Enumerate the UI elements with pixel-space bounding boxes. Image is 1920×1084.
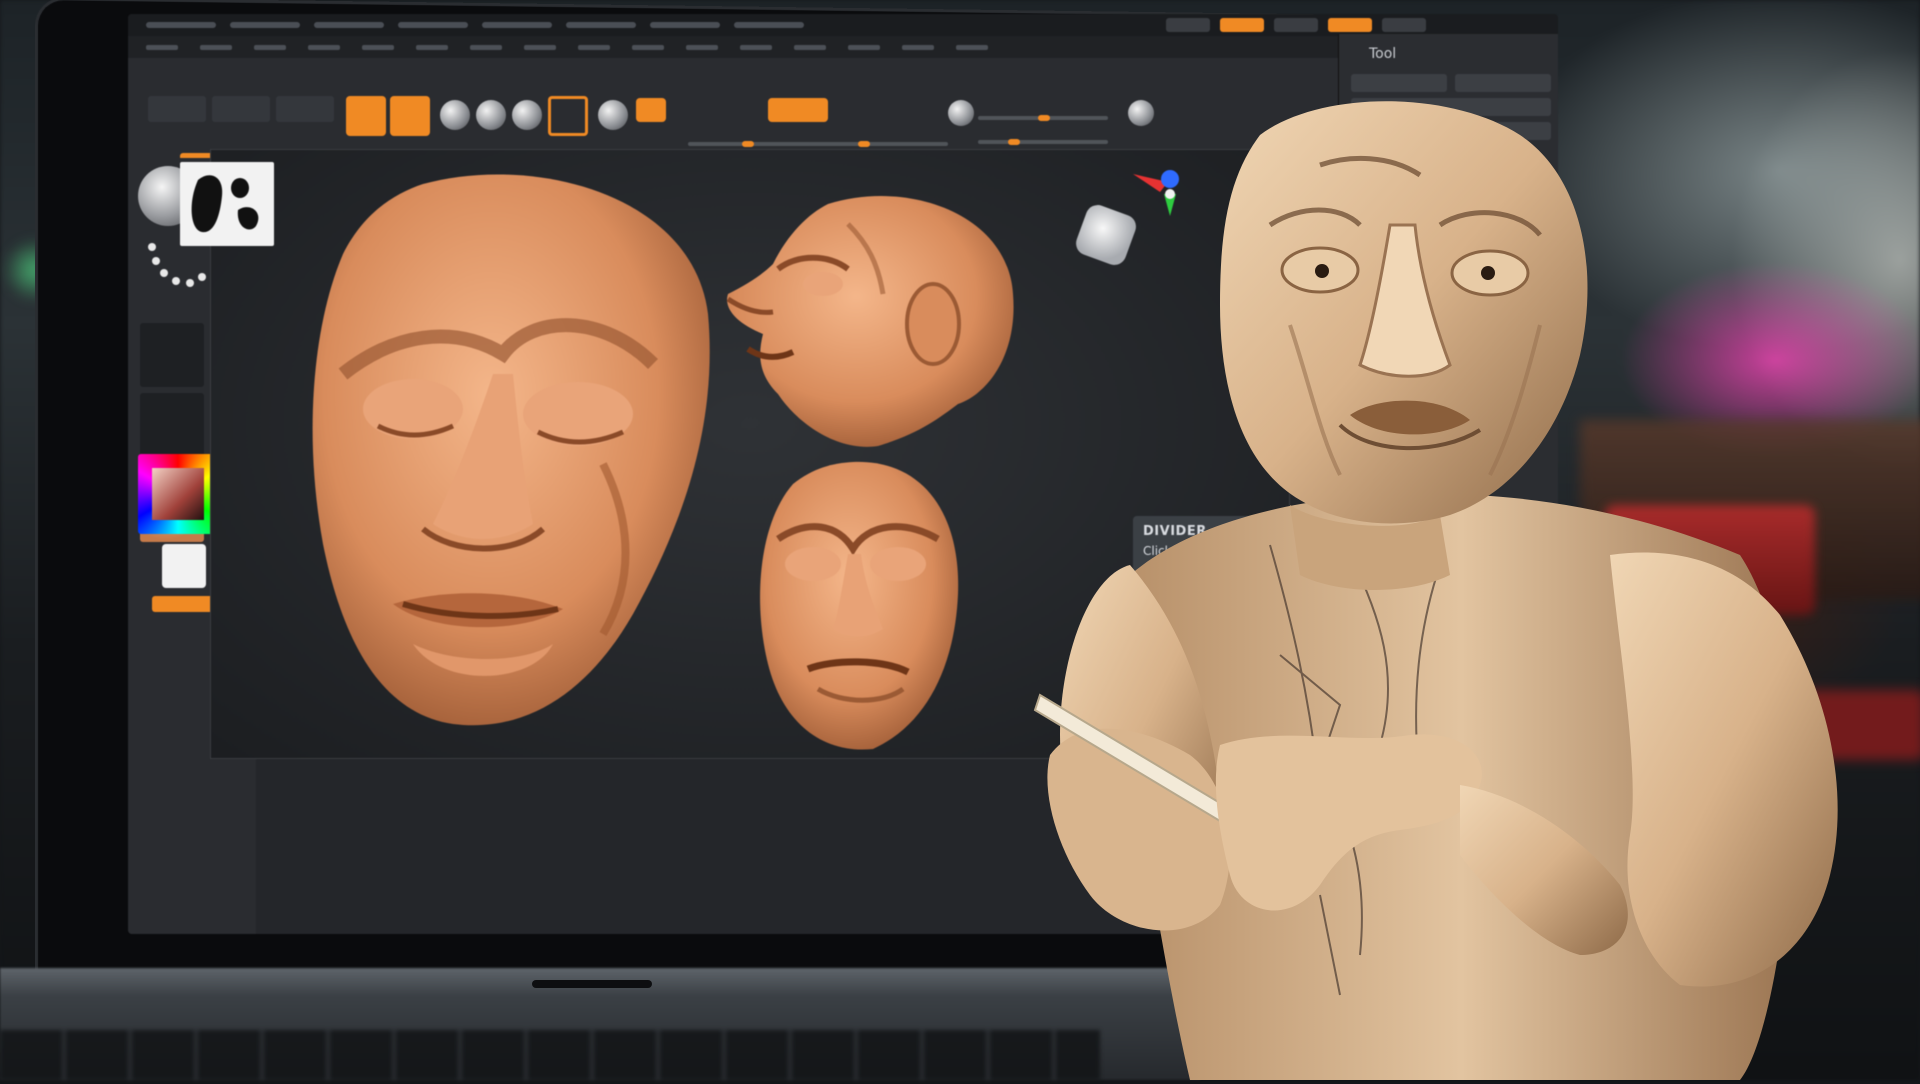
menu-pill[interactable] [1166,18,1210,32]
menu-item[interactable] [230,22,300,28]
material-sphere-icon[interactable] [598,100,628,130]
tool-panel-title[interactable]: Tool [1369,46,1396,62]
sub-menu-item[interactable] [416,44,448,50]
shelf-tab[interactable] [212,96,270,122]
sub-menu-bar [128,36,1446,58]
sub-menu-item[interactable] [848,44,880,50]
sub-menu-item[interactable] [740,44,772,50]
menu-pill-accent[interactable] [1220,18,1264,32]
texture-swatch[interactable] [140,393,204,457]
edit-mode-button[interactable] [346,96,386,136]
menu-bar [128,14,1558,36]
sub-menu-item[interactable] [524,44,556,50]
sub-menu-item[interactable] [632,44,664,50]
sub-menu-item[interactable] [200,44,232,50]
stroke-type-icon[interactable] [148,243,208,303]
menu-item[interactable] [146,22,216,28]
menu-item[interactable] [482,22,552,28]
sculpted-face-large [303,164,723,744]
alpha-stencil-icon [180,162,274,246]
sub-menu-item[interactable] [254,44,286,50]
sculpted-face-profile [718,184,1018,454]
focal-shift-icon[interactable] [948,100,974,126]
draw-mode-button[interactable] [390,96,430,136]
sub-menu-item[interactable] [362,44,394,50]
menu-right-group [1166,18,1426,32]
sub-menu-item[interactable] [794,44,826,50]
slider-track[interactable] [808,142,948,146]
sub-menu-item[interactable] [578,44,610,50]
menu-pill[interactable] [1382,18,1426,32]
alpha-swatch[interactable] [140,323,204,387]
slider-knob[interactable] [742,141,754,147]
shelf-tab[interactable] [276,96,334,122]
menu-item[interactable] [734,22,804,28]
sculpted-face-small [753,454,963,754]
sub-menu-item[interactable] [146,44,178,50]
scale-tool-icon[interactable] [476,100,506,130]
move-tool-icon[interactable] [440,100,470,130]
tool-panel-row[interactable] [1351,74,1551,92]
menu-item[interactable] [566,22,636,28]
gizmo-button[interactable] [548,96,588,136]
laptop-keyboard [0,1030,1100,1080]
sub-menu-item[interactable] [308,44,340,50]
rgb-toggle[interactable] [636,98,666,122]
menu-item[interactable] [650,22,720,28]
sub-menu-item[interactable] [686,44,718,50]
wooden-figurine [1020,95,1860,1080]
menu-pill[interactable] [1274,18,1318,32]
menu-item[interactable] [398,22,468,28]
sub-menu-item[interactable] [902,44,934,50]
rotate-tool-icon[interactable] [512,100,542,130]
shelf-tab[interactable] [148,96,206,122]
zadd-toggle[interactable] [768,98,828,122]
sub-menu-item[interactable] [470,44,502,50]
main-color-swatch[interactable] [162,544,206,588]
laptop-hinge [532,980,652,988]
slider-track[interactable] [688,142,828,146]
menu-item[interactable] [314,22,384,28]
color-picker-square[interactable] [152,468,204,520]
menu-pill-accent[interactable] [1328,18,1372,32]
draw-size-knob[interactable] [1008,139,1020,145]
sub-menu-item[interactable] [956,44,988,50]
slider-knob[interactable] [858,141,870,147]
